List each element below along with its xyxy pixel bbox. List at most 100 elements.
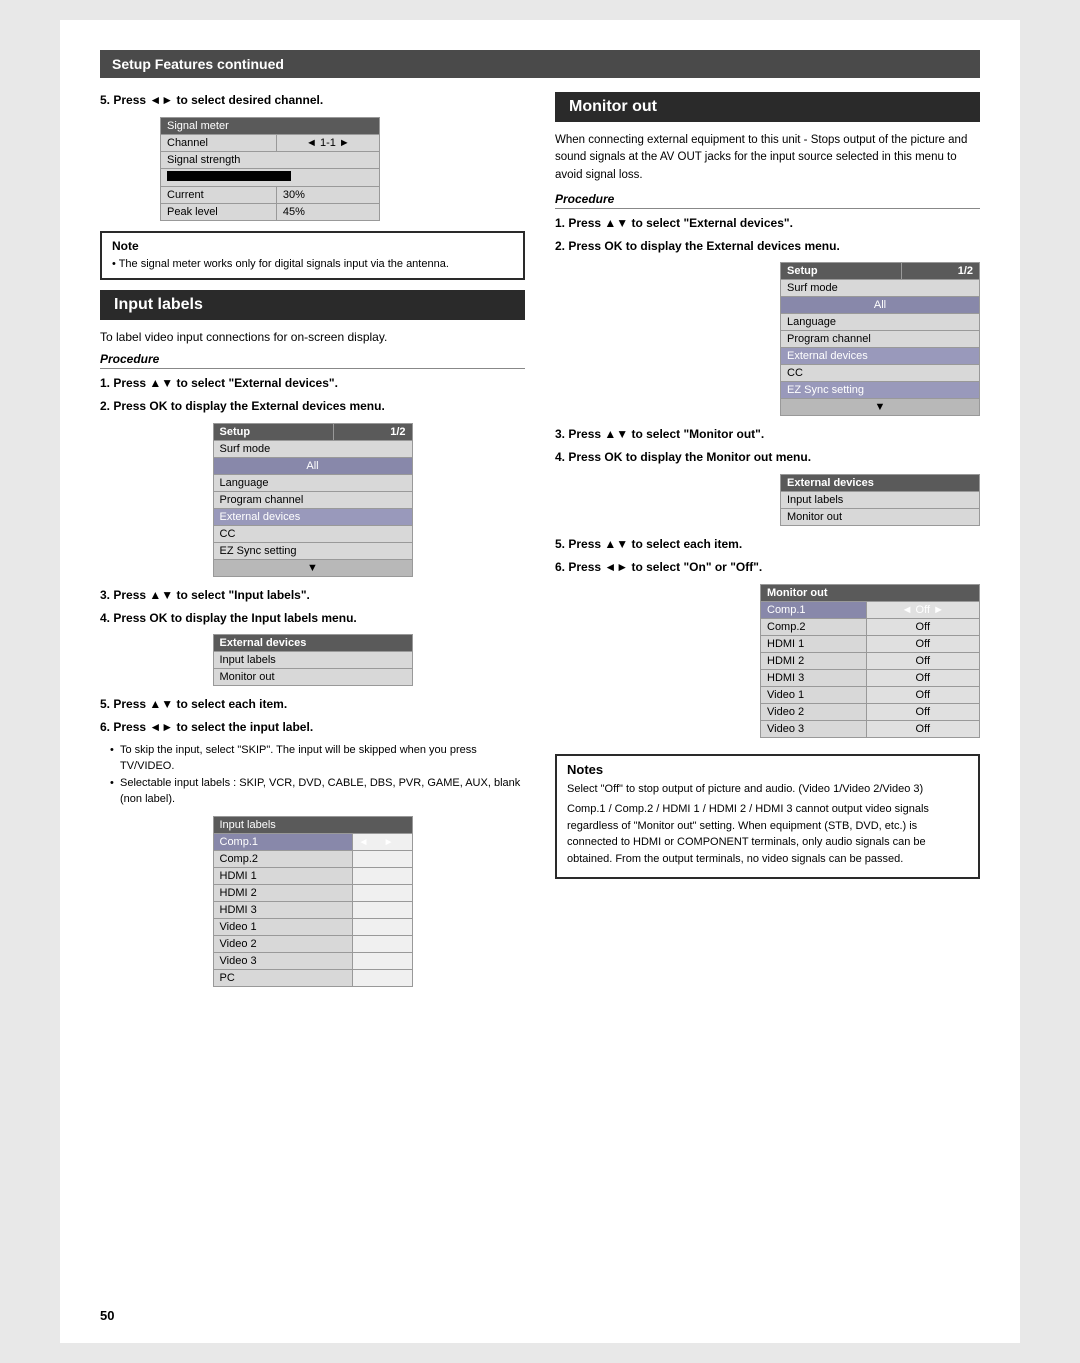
ext-devices-menu-1: External devices Input labels Monitor ou… [213,634,413,686]
mo-row-comp2: Comp.2 Off [761,618,980,635]
signal-header-row: Signal meter [161,117,380,134]
signal-strength-label-row: Signal strength [161,151,380,168]
mo-row-comp1: Comp.1 ◄ Off ► [761,601,980,618]
menu-row-language: Language [213,474,412,491]
il-hdmi2-label: HDMI 2 [213,884,352,901]
mo-comp1-label: Comp.1 [761,601,867,618]
ext-menu2-row-inputlabels: Input labels [781,491,980,508]
il-comp1-label: Comp.1 [213,833,352,850]
sm2-row-all: All [781,297,980,314]
note-text: • The signal meter works only for digita… [112,257,513,272]
il-step5: 5. Press ▲▼ to select each item. [100,696,525,713]
sm2-ezsync: EZ Sync setting [781,382,980,399]
il-row-hdmi3: HDMI 3 [213,901,412,918]
menu-row-extdevices: External devices [213,508,412,525]
sm2-arrow: ▼ [781,399,980,416]
il-hdmi1-value [352,867,412,884]
il-step2: 2. Press OK to display the External devi… [100,398,525,415]
mo-menu-header: Monitor out [761,584,980,601]
il-row-hdmi1: HDMI 1 [213,867,412,884]
il-step6: 6. Press ◄► to select the input label. [100,719,525,736]
setup-menu-2-page: 1/2 [901,263,979,280]
ext-menu2-header: External devices [781,474,980,491]
il-comp2-label: Comp.2 [213,850,352,867]
sm2-row-surfmode: Surf mode [781,280,980,297]
sm2-language: Language [781,314,980,331]
il-hdmi3-value [352,901,412,918]
menu-row-program: Program channel [213,491,412,508]
notes-title: Notes [567,762,968,777]
notes-box: Notes Select "Off" to stop output of pic… [555,754,980,880]
ext-menu1-monitorout: Monitor out [213,669,412,686]
il-step1: 1. Press ▲▼ to select "External devices"… [100,375,525,392]
right-column: Monitor out When connecting external equ… [555,92,980,997]
il-bullet-2: Selectable input labels : SKIP, VCR, DVD… [110,775,525,808]
ext-menu1-row-monitorout: Monitor out [213,669,412,686]
menu-all: All [213,457,412,474]
channel-row: Channel ◄ 1-1 ► [161,134,380,151]
mo-hdmi1-value: Off [866,635,979,652]
mo-row-hdmi2: HDMI 2 Off [761,652,980,669]
signal-strength-label: Signal strength [161,151,380,168]
il-menu-header: Input labels [213,816,412,833]
menu-arrow: ▼ [213,559,412,576]
sm2-cc: CC [781,365,980,382]
il-menu-title: Input labels [213,816,412,833]
il-pc-label: PC [213,969,352,986]
il-video1-value [352,918,412,935]
il-row-hdmi2: HDMI 2 [213,884,412,901]
menu-row-ezsync: EZ Sync setting [213,542,412,559]
ext-menu2-inputlabels: Input labels [781,491,980,508]
sm2-program: Program channel [781,331,980,348]
monitor-out-desc: When connecting external equipment to th… [555,132,980,184]
mo-menu-title: Monitor out [761,584,980,601]
setup-menu-2: Setup 1/2 Surf mode All Language Program… [780,262,980,416]
sm2-all: All [781,297,980,314]
mo-hdmi2-value: Off [866,652,979,669]
setup-menu-2-header: Setup 1/2 [781,263,980,280]
mo-row-video1: Video 1 Off [761,686,980,703]
il-hdmi1-label: HDMI 1 [213,867,352,884]
ext-menu2-monitorout: Monitor out [781,508,980,525]
il-video2-value [352,935,412,952]
mo-hdmi3-value: Off [866,669,979,686]
il-video1-label: Video 1 [213,918,352,935]
input-labels-title: Input labels [100,290,525,320]
mo-video1-label: Video 1 [761,686,867,703]
il-step3: 3. Press ▲▼ to select "Input labels". [100,587,525,604]
signal-bar [167,171,291,181]
header-title: Setup Features continued [112,56,284,72]
menu-row-cc: CC [213,525,412,542]
signal-meter-table: Signal meter Channel ◄ 1-1 ► Signal stre… [160,117,380,221]
sm2-extdevices: External devices [781,348,980,365]
mo-video3-value: Off [866,720,979,737]
mo-comp2-label: Comp.2 [761,618,867,635]
menu-surfmode: Surf mode [213,440,412,457]
mo-comp1-value: ◄ Off ► [866,601,979,618]
mo-video3-label: Video 3 [761,720,867,737]
ext-menu1-header: External devices [213,635,412,652]
mo-row-hdmi1: HDMI 1 Off [761,635,980,652]
left-column: 5. Press ◄► to select desired channel. S… [100,92,525,997]
step5-heading: 5. Press ◄► to select desired channel. [100,92,525,109]
il-comp1-value: ◄ ► [352,833,412,850]
setup-menu-1-title: Setup [213,423,334,440]
input-labels-menu: Input labels Comp.1 ◄ ► Comp.2 HDMI 1 HD… [213,816,413,987]
mo-step6: 6. Press ◄► to select "On" or "Off". [555,559,980,576]
channel-label: Channel [161,134,277,151]
menu-row-arrow: ▼ [213,559,412,576]
current-row: Current 30% [161,186,380,203]
il-step4: 4. Press OK to display the Input labels … [100,610,525,627]
procedure-label-2: Procedure [555,192,980,209]
current-value: 30% [276,186,379,203]
menu-ezsync: EZ Sync setting [213,542,412,559]
signal-header-cell: Signal meter [161,117,380,134]
il-video3-label: Video 3 [213,952,352,969]
ext-menu1-inputlabels: Input labels [213,652,412,669]
procedure-label-1: Procedure [100,352,525,369]
mo-step5: 5. Press ▲▼ to select each item. [555,536,980,553]
ext-menu1-title: External devices [213,635,412,652]
sm2-surfmode: Surf mode [781,280,980,297]
mo-hdmi3-label: HDMI 3 [761,669,867,686]
monitor-out-title: Monitor out [555,92,980,122]
